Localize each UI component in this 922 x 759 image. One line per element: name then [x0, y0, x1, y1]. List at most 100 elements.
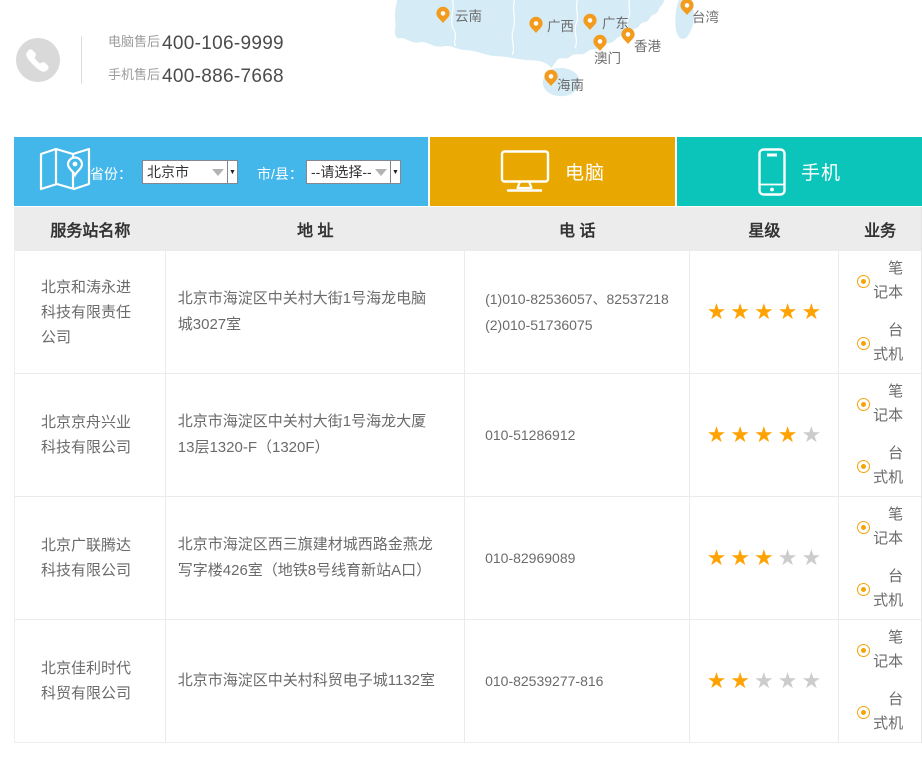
service-label-line2: 记本	[873, 527, 903, 551]
star-filled-icon: ★	[707, 670, 727, 692]
header-phone: 电 话	[465, 207, 690, 250]
service-label: 台式机	[872, 442, 903, 490]
monitor-icon	[500, 150, 550, 194]
address-cell: 北京市海淀区西三旗建材城西路金燕龙写字楼426室（地铁8号线育新站A口）	[166, 497, 465, 619]
star-empty-icon: ★	[802, 424, 822, 446]
filter-bar: 省份： 北京市 ▼ 市/县： --请选择-- ▼	[14, 137, 428, 206]
service-台式机: 台式机	[857, 319, 903, 367]
map-pin-label: 海南	[557, 78, 584, 93]
city-label: 市/县：	[257, 164, 303, 184]
mobile-hotline-number: 400-886-7668	[162, 66, 284, 88]
radio-icon	[857, 706, 870, 719]
city-select[interactable]: --请选择-- ▼	[306, 160, 401, 184]
phone-badge	[16, 38, 60, 82]
service-label-line1: 笔	[888, 257, 903, 281]
service-station-table: 服务站名称 地 址 电 话 星级 业务 北京和涛永进科技有限责任公司北京市海淀区…	[14, 207, 922, 743]
service-label-line1: 台	[888, 688, 903, 712]
tab-phone[interactable]: 手机	[677, 137, 922, 206]
business-cell: 笔记本台式机	[839, 251, 921, 373]
service-笔记本: 笔记本	[857, 257, 903, 305]
province-select-value: 北京市	[143, 162, 212, 182]
radio-dot	[861, 402, 866, 407]
phone-cell: 010-82969089	[465, 497, 690, 619]
header-star-rating: 星级	[690, 207, 840, 250]
business-cell: 笔记本台式机	[839, 620, 921, 742]
service-label-line2: 式机	[873, 589, 903, 613]
service-label: 笔记本	[872, 380, 903, 428]
service-台式机: 台式机	[857, 688, 903, 736]
service-label-line1: 笔	[888, 380, 903, 404]
radio-dot	[861, 710, 866, 715]
map-pin-label: 台湾	[692, 9, 719, 25]
phone-icon	[25, 47, 51, 73]
service-label-line2: 记本	[873, 281, 903, 305]
star-filled-icon: ★	[754, 424, 774, 446]
star-filled-icon: ★	[754, 547, 774, 569]
star-filled-icon: ★	[754, 301, 774, 323]
radio-icon	[857, 521, 870, 534]
radio-dot	[861, 525, 866, 530]
city-select-value: --请选择--	[307, 162, 375, 182]
tab-phone-label: 手机	[801, 158, 841, 185]
phone-cell: 010-51286912	[465, 374, 690, 496]
radio-icon	[857, 460, 870, 473]
map-pin-香港[interactable]	[621, 28, 634, 44]
service-station-page: 电脑售后 400-106-9999 手机售后 400-886-7668 云南广西…	[0, 0, 922, 759]
star-rating-cell: ★★★★★	[690, 620, 840, 742]
map-pin-label: 云南	[455, 9, 482, 24]
radio-dot	[861, 464, 866, 469]
tab-computer[interactable]: 电脑	[430, 137, 675, 206]
service-label-line2: 记本	[873, 650, 903, 674]
table-header: 服务站名称 地 址 电 话 星级 业务	[15, 207, 921, 250]
service-label: 笔记本	[872, 257, 903, 305]
star-empty-icon: ★	[778, 547, 798, 569]
station-name-cell: 北京和涛永进科技有限责任公司	[15, 251, 166, 373]
radio-icon	[857, 337, 870, 350]
china-map: 云南广西广东台湾香港澳门海南	[370, 0, 740, 115]
service-label: 台式机	[872, 565, 903, 613]
select-arrow-icon: ▼	[390, 161, 400, 183]
folded-map-icon	[39, 147, 91, 195]
station-name-cell: 北京佳利时代科贸有限公司	[15, 620, 166, 742]
computer-hotline-label: 电脑售后	[108, 31, 160, 50]
chevron-down-icon	[212, 169, 224, 176]
table-row: 北京佳利时代科贸有限公司北京市海淀区中关村科贸电子城1132室010-82539…	[15, 619, 921, 742]
radio-icon	[857, 583, 870, 596]
star-filled-icon: ★	[730, 301, 750, 323]
header-address: 地 址	[166, 207, 465, 250]
service-label-line1: 笔	[888, 503, 903, 527]
radio-icon	[857, 398, 870, 411]
star-filled-icon: ★	[730, 424, 750, 446]
header-station-name: 服务站名称	[15, 207, 166, 250]
star-rating-cell: ★★★★★	[690, 251, 840, 373]
service-台式机: 台式机	[857, 442, 903, 490]
phone-cell: (1)010-82536057、82537218 (2)010-51736075	[465, 251, 690, 373]
map-pin-label: 澳门	[594, 51, 621, 66]
service-label-line1: 笔	[888, 626, 903, 650]
star-filled-icon: ★	[778, 301, 798, 323]
station-name-cell: 北京京舟兴业科技有限公司	[15, 374, 166, 496]
star-filled-icon: ★	[730, 670, 750, 692]
star-filled-icon: ★	[707, 301, 727, 323]
service-label-line1: 台	[888, 319, 903, 343]
radio-dot	[861, 587, 866, 592]
service-label: 笔记本	[872, 626, 903, 674]
province-select[interactable]: 北京市 ▼	[142, 160, 238, 184]
star-empty-icon: ★	[802, 670, 822, 692]
chevron-down-icon	[375, 169, 387, 176]
service-label-line1: 台	[888, 442, 903, 466]
address-cell: 北京市海淀区中关村大街1号海龙大厦13层1320-F（1320F）	[166, 374, 465, 496]
table-body: 北京和涛永进科技有限责任公司北京市海淀区中关村大街1号海龙电脑城3027室(1)…	[15, 250, 921, 742]
service-label: 台式机	[872, 688, 903, 736]
phone-cell: 010-82539277-816	[465, 620, 690, 742]
service-笔记本: 笔记本	[857, 503, 903, 551]
address-cell: 北京市海淀区中关村大街1号海龙电脑城3027室	[166, 251, 465, 373]
station-name-cell: 北京广联腾达科技有限公司	[15, 497, 166, 619]
smartphone-icon	[758, 148, 786, 196]
star-filled-icon: ★	[707, 547, 727, 569]
map-pin-label: 广西	[547, 19, 574, 34]
radio-icon	[857, 275, 870, 288]
table-row: 北京和涛永进科技有限责任公司北京市海淀区中关村大街1号海龙电脑城3027室(1)…	[15, 250, 921, 373]
service-笔记本: 笔记本	[857, 380, 903, 428]
radio-dot	[861, 341, 866, 346]
